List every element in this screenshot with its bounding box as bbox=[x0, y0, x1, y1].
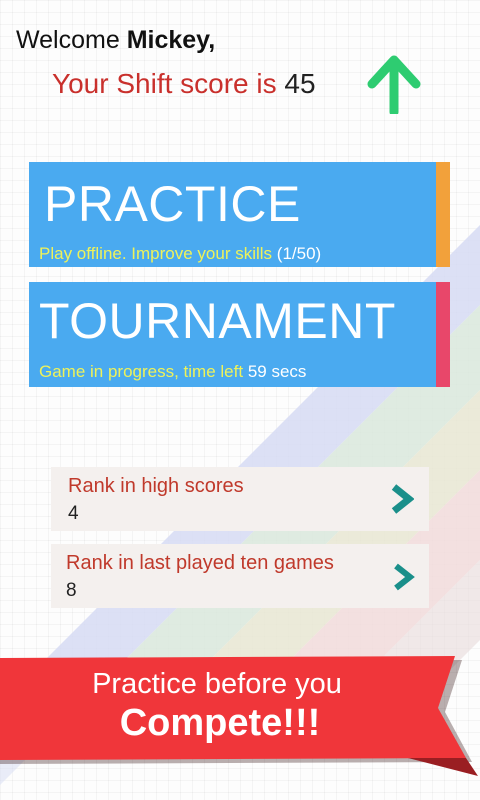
chevron-right-icon[interactable] bbox=[390, 562, 416, 592]
tournament-time-left: 59 secs bbox=[247, 362, 307, 381]
shift-score: Your Shift score is 45 bbox=[52, 68, 316, 100]
practice-title: PRACTICE bbox=[44, 176, 301, 232]
tournament-button[interactable]: TOURNAMENT Game in progress, time left 5… bbox=[29, 282, 450, 387]
practice-description: Play offline. Improve your skills bbox=[39, 244, 273, 263]
practice-button[interactable]: PRACTICE Play offline. Improve your skil… bbox=[29, 162, 450, 267]
rank-high-scores-label: Rank in high scores bbox=[68, 475, 244, 497]
banner-line-2: Compete!!! bbox=[119, 702, 321, 744]
rank-last-ten-label: Rank in last played ten games bbox=[66, 552, 334, 574]
chevron-right-icon[interactable] bbox=[388, 484, 414, 514]
score-label: Your Shift score is bbox=[52, 68, 277, 99]
compete-banner: Practice before you Compete!!! bbox=[0, 650, 480, 800]
welcome-text: Welcome Mickey, bbox=[16, 26, 215, 55]
welcome-prefix: Welcome bbox=[16, 26, 120, 54]
rank-last-ten-row[interactable]: Rank in last played ten games 8 bbox=[51, 544, 429, 608]
practice-accent-bar bbox=[436, 162, 450, 267]
arrow-up-icon bbox=[367, 55, 421, 114]
tournament-status: Game in progress, time left bbox=[39, 362, 244, 381]
tournament-title: TOURNAMENT bbox=[39, 293, 396, 349]
practice-progress: (1/50) bbox=[276, 244, 322, 263]
user-name: Mickey, bbox=[126, 26, 216, 54]
rank-high-scores-row[interactable]: Rank in high scores 4 bbox=[51, 467, 429, 531]
score-value: 45 bbox=[284, 68, 316, 99]
tournament-subtitle: Game in progress, time left 59 secs bbox=[39, 362, 306, 382]
rank-last-ten-value: 8 bbox=[66, 580, 77, 601]
practice-subtitle: Play offline. Improve your skills (1/50) bbox=[39, 244, 321, 264]
rank-high-scores-value: 4 bbox=[68, 503, 79, 524]
banner-line-1: Practice before you bbox=[92, 668, 342, 700]
tournament-accent-bar bbox=[436, 282, 450, 387]
